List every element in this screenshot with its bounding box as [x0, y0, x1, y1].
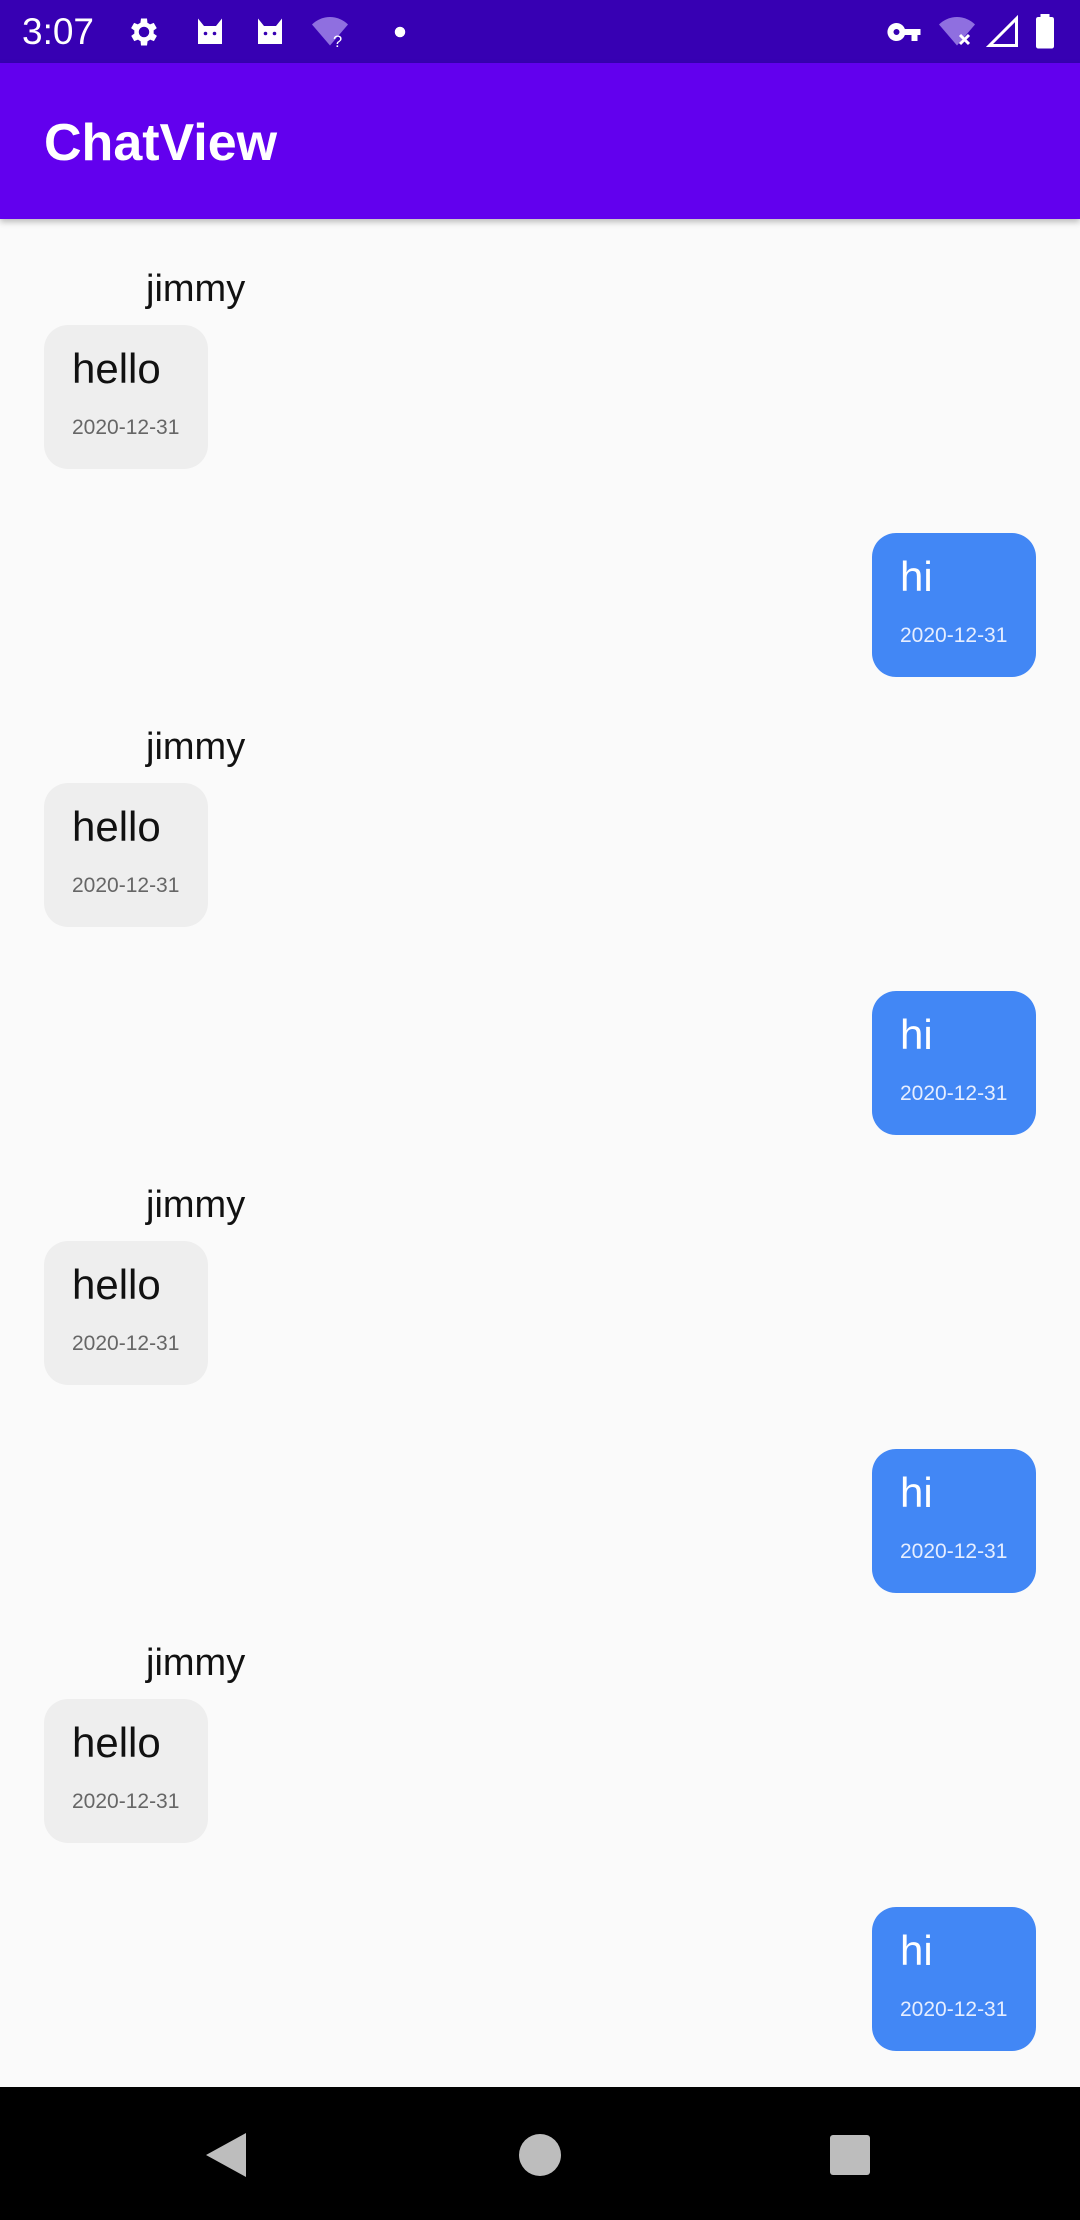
- home-icon[interactable]: [512, 2127, 568, 2183]
- status-bar: 3:07 ?: [0, 0, 1080, 63]
- wifi-off-icon: [939, 17, 975, 46]
- message-text: hello: [72, 345, 161, 392]
- dot-icon: [394, 26, 406, 38]
- message-text: hi: [900, 1469, 933, 1516]
- message-bubble-incoming[interactable]: hello 2020-12-31: [44, 325, 208, 469]
- message-bubble-incoming[interactable]: hello 2020-12-31: [44, 1699, 208, 1843]
- message-bubble-outgoing[interactable]: hi 2020-12-31: [872, 991, 1036, 1135]
- gear-icon: [131, 18, 157, 46]
- message-text: hello: [72, 1261, 161, 1308]
- sender-name: jimmy: [146, 1642, 246, 1684]
- message-bubble-incoming[interactable]: hello 2020-12-31: [44, 1241, 208, 1385]
- message-date: 2020-12-31: [72, 1332, 180, 1355]
- back-icon[interactable]: [198, 2127, 254, 2183]
- navigation-bar: [0, 2087, 1080, 2220]
- svg-text:?: ?: [333, 33, 342, 50]
- recents-icon[interactable]: [822, 2127, 878, 2183]
- status-system-icons: [885, 14, 1065, 50]
- message-bubble-outgoing[interactable]: hi 2020-12-31: [872, 1907, 1036, 2051]
- message-date: 2020-12-31: [72, 416, 180, 439]
- cat-icon: [258, 18, 282, 44]
- chat-message-list[interactable]: jimmy hello 2020-12-31 hi 2020-12-31 jim…: [0, 219, 1080, 2087]
- message-text: hello: [72, 803, 161, 850]
- signal-icon: [985, 14, 1018, 47]
- message-bubble-outgoing[interactable]: hi 2020-12-31: [872, 533, 1036, 677]
- message-bubble-incoming[interactable]: hello 2020-12-31: [44, 783, 208, 927]
- vpn-key-icon: [887, 23, 921, 41]
- message-text: hi: [900, 553, 933, 600]
- sender-name: jimmy: [146, 1184, 246, 1226]
- message-text: hi: [900, 1927, 933, 1974]
- app-title: ChatView: [44, 114, 278, 172]
- cat-icon: [198, 18, 222, 44]
- message-date: 2020-12-31: [72, 1790, 180, 1813]
- message-date: 2020-12-31: [900, 1082, 1008, 1105]
- battery-icon: [1036, 14, 1054, 49]
- message-date: 2020-12-31: [900, 1540, 1008, 1563]
- wifi-question-icon: ?: [312, 17, 348, 50]
- status-time: 3:07: [22, 11, 95, 52]
- app-bar: ChatView: [0, 63, 1080, 219]
- sender-name: jimmy: [146, 268, 246, 310]
- message-text: hi: [900, 1011, 933, 1058]
- message-bubble-outgoing[interactable]: hi 2020-12-31: [872, 1449, 1036, 1593]
- message-date: 2020-12-31: [900, 1998, 1008, 2021]
- message-text: hello: [72, 1719, 161, 1766]
- message-date: 2020-12-31: [900, 624, 1008, 647]
- sender-name: jimmy: [146, 726, 246, 768]
- message-date: 2020-12-31: [72, 874, 180, 897]
